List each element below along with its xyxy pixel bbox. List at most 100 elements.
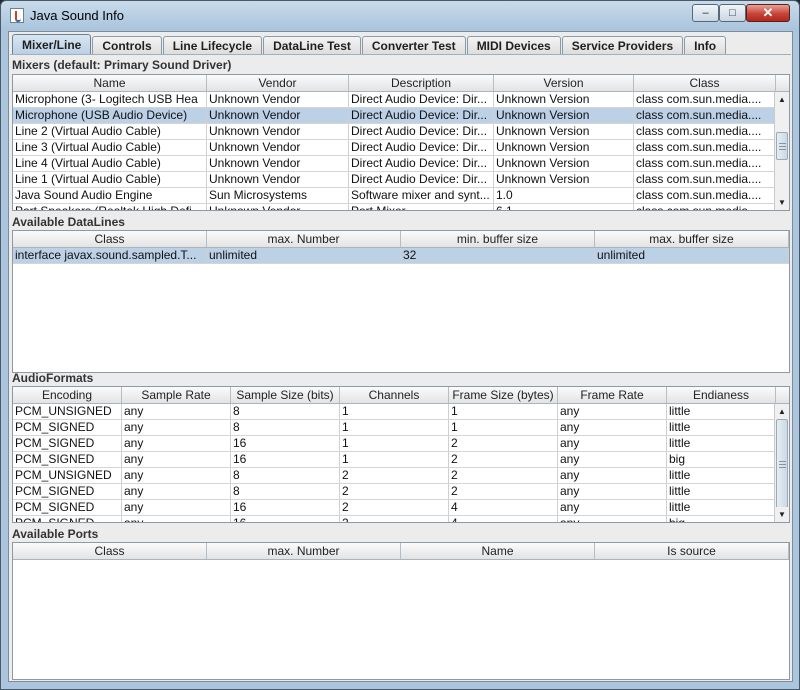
column-header[interactable]: Is source — [595, 543, 789, 559]
table-cell: Unknown Version — [494, 92, 634, 107]
scroll-down-arrow-icon[interactable]: ▼ — [775, 195, 789, 210]
tab-line-lifecycle[interactable]: Line Lifecycle — [162, 36, 263, 55]
window-title: Java Sound Info — [30, 8, 124, 23]
table-row[interactable]: Line 3 (Virtual Audio Cable) Unknown Vend… — [13, 140, 776, 156]
close-button[interactable]: ✕ — [746, 4, 790, 22]
table-cell: 2 — [340, 468, 449, 483]
column-header[interactable]: max. Number — [207, 231, 401, 247]
table-cell: little — [667, 404, 776, 419]
title-bar[interactable]: Java Sound Info – □ ✕ — [1, 1, 799, 31]
minimize-button[interactable]: – — [692, 4, 719, 22]
audioformats-label: AudioFormats — [12, 371, 94, 385]
column-header[interactable]: Sample Size (bits) — [231, 387, 340, 403]
ports-table[interactable]: Class max. Number Name Is source — [12, 542, 790, 680]
app-window: Java Sound Info – □ ✕ Mixer/Line Control… — [0, 0, 800, 690]
tab-info[interactable]: Info — [684, 36, 727, 55]
tab-midi-devices[interactable]: MIDI Devices — [466, 36, 561, 55]
table-cell: 2 — [449, 468, 558, 483]
table-cell: Unknown Version — [494, 156, 634, 171]
table-row[interactable]: Line 2 (Virtual Audio Cable) Unknown Vend… — [13, 124, 776, 140]
table-cell: 2 — [340, 484, 449, 499]
table-row[interactable]: PCM_UNSIGNED any 8 2 2 any little — [13, 468, 776, 484]
table-row[interactable]: interface javax.sound.sampled.T... unlimi… — [13, 248, 789, 264]
column-header[interactable]: Sample Rate — [122, 387, 231, 403]
table-cell: any — [558, 404, 667, 419]
table-row[interactable]: PCM_UNSIGNED any 8 1 1 any little — [13, 404, 776, 420]
table-cell: any — [122, 468, 231, 483]
column-header[interactable]: Frame Rate — [558, 387, 667, 403]
tab-service-providers[interactable]: Service Providers — [561, 36, 684, 55]
window-client-area: Mixer/Line Controls Line Lifecycle DataL… — [8, 31, 793, 682]
table-cell: Unknown Vendor — [207, 108, 349, 123]
column-header[interactable]: Channels — [340, 387, 449, 403]
column-header[interactable]: Endianess — [667, 387, 776, 403]
table-cell: 16 — [231, 500, 340, 515]
table-row[interactable]: Line 4 (Virtual Audio Cable) Unknown Vend… — [13, 156, 776, 172]
column-header[interactable]: Name — [401, 543, 595, 559]
column-header[interactable]: max. Number — [207, 543, 401, 559]
table-row[interactable]: PCM_SIGNED any 16 1 2 any little — [13, 436, 776, 452]
table-cell: 32 — [401, 248, 595, 263]
table-cell: any — [122, 516, 231, 522]
tab-bar: Mixer/Line Controls Line Lifecycle DataL… — [12, 34, 727, 55]
scrollbar-thumb[interactable] — [776, 419, 788, 508]
table-row[interactable]: Java Sound Audio Engine Sun Microsystems S… — [13, 188, 776, 204]
table-cell: Sun Microsystems — [207, 188, 349, 203]
table-row[interactable]: Microphone (USB Audio Device) Unknown Ven… — [13, 108, 776, 124]
table-cell: Microphone (USB Audio Device) — [13, 108, 207, 123]
column-header[interactable]: Description — [349, 75, 494, 91]
table-row[interactable]: Port Speakers (Realtek High DefiUnknown … — [13, 204, 776, 210]
table-row[interactable]: Microphone (3- Logitech USB Hea Unknown V… — [13, 92, 776, 108]
table-row[interactable]: PCM_SIGNED any 16 1 2 any big — [13, 452, 776, 468]
scroll-up-arrow-icon[interactable]: ▲ — [775, 92, 789, 107]
table-cell: little — [667, 436, 776, 451]
column-header[interactable]: Vendor — [207, 75, 349, 91]
column-header[interactable]: Encoding — [13, 387, 122, 403]
column-header[interactable]: Version — [494, 75, 634, 91]
table-cell: Direct Audio Device: Dir... — [349, 92, 494, 107]
table-header: Class max. Number min. buffer size max. buf… — [13, 231, 789, 248]
maximize-button[interactable]: □ — [719, 4, 746, 22]
table-cell: any — [558, 484, 667, 499]
scroll-down-arrow-icon[interactable]: ▼ — [775, 507, 789, 522]
mixers-table[interactable]: Name Vendor Description Version Class Microph… — [12, 74, 790, 211]
table-row[interactable]: PCM_SIGNED any 16 2 4 any little — [13, 500, 776, 516]
table-row[interactable]: PCM_SIGNED any 8 2 2 any little — [13, 484, 776, 500]
table-cell: Unknown Version — [494, 124, 634, 139]
vertical-scrollbar[interactable]: ▲ ▼ — [774, 404, 789, 522]
audioformats-table[interactable]: Encoding Sample Rate Sample Size (bits) Cha… — [12, 386, 790, 523]
table-cell: class com.sun.media.... — [634, 140, 776, 155]
table-cell: Line 1 (Virtual Audio Cable) — [13, 172, 207, 187]
tab-controls[interactable]: Controls — [92, 36, 162, 55]
table-cell: PCM_SIGNED — [13, 436, 122, 451]
table-row[interactable]: PCM_SIGNED any 8 1 1 any little — [13, 420, 776, 436]
column-header[interactable]: Class — [13, 231, 207, 247]
scrollbar-thumb[interactable] — [776, 132, 788, 160]
table-cell: PCM_UNSIGNED — [13, 404, 122, 419]
table-cell: big — [667, 516, 776, 522]
table-cell: little — [667, 500, 776, 515]
column-header[interactable]: min. buffer size — [401, 231, 595, 247]
table-cell: Unknown Vendor — [207, 140, 349, 155]
tab-mixer-line[interactable]: Mixer/Line — [12, 34, 92, 55]
column-header[interactable]: Class — [13, 543, 207, 559]
table-row[interactable]: PCM_SIGNEDany1624anybig — [13, 516, 776, 522]
tab-dataline-test[interactable]: DataLine Test — [263, 36, 361, 55]
table-cell: any — [558, 420, 667, 435]
table-row[interactable]: Line 1 (Virtual Audio Cable) Unknown Vend… — [13, 172, 776, 188]
table-cell: PCM_SIGNED — [13, 516, 122, 522]
vertical-scrollbar[interactable]: ▲ ▼ — [774, 92, 789, 210]
table-cell: Direct Audio Device: Dir... — [349, 156, 494, 171]
column-header[interactable]: Frame Size (bytes) — [449, 387, 558, 403]
column-header[interactable]: Class — [634, 75, 776, 91]
table-cell: Direct Audio Device: Dir... — [349, 140, 494, 155]
column-header[interactable]: max. buffer size — [595, 231, 789, 247]
column-header[interactable]: Name — [13, 75, 207, 91]
table-header: Encoding Sample Rate Sample Size (bits) Cha… — [13, 387, 789, 404]
table-cell: Unknown Vendor — [207, 92, 349, 107]
table-cell: any — [122, 420, 231, 435]
datalines-table[interactable]: Class max. Number min. buffer size max. buf… — [12, 230, 790, 373]
scroll-up-arrow-icon[interactable]: ▲ — [775, 404, 789, 419]
tab-converter-test[interactable]: Converter Test — [361, 36, 466, 55]
table-cell: Microphone (3- Logitech USB Hea — [13, 92, 207, 107]
